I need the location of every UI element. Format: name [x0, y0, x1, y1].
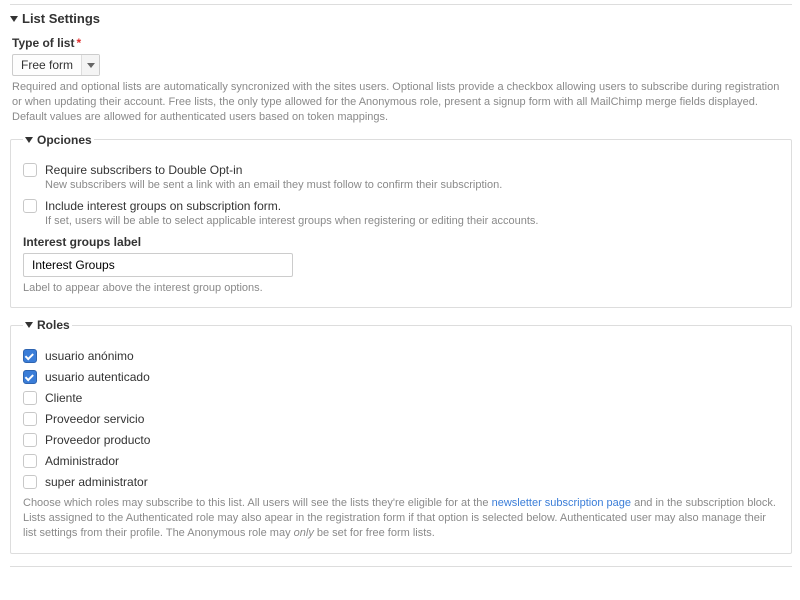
roles-legend[interactable]: Roles [23, 318, 72, 332]
page-title: List Settings [22, 11, 100, 26]
role-row: Cliente [23, 391, 779, 405]
caret-down-icon [10, 16, 18, 22]
type-of-list-select[interactable]: Free form [12, 54, 100, 76]
caret-down-icon [25, 137, 33, 143]
role-checkbox[interactable] [23, 391, 37, 405]
double-optin-checkbox[interactable] [23, 163, 37, 177]
interest-groups-checkbox[interactable] [23, 199, 37, 213]
role-label: Proveedor producto [45, 433, 150, 447]
groups-label-input[interactable] [23, 253, 293, 277]
select-dropdown-button[interactable] [81, 55, 99, 75]
roles-panel: Roles usuario anónimo usuario autenticado… [10, 318, 792, 554]
caret-down-icon [25, 322, 33, 328]
role-label: Cliente [45, 391, 82, 405]
roles-list: usuario anónimo usuario autenticado Client… [23, 349, 779, 489]
role-label: usuario anónimo [45, 349, 134, 363]
roles-help-only: only [294, 527, 314, 539]
role-label: usuario autenticado [45, 370, 150, 384]
interest-groups-row: Include interest groups on subscription … [23, 199, 779, 213]
roles-help: Choose which roles may subscribe to this… [23, 496, 779, 541]
groups-label-field-label: Interest groups label [23, 235, 779, 249]
list-settings-section: List Settings Type of list* Free form Re… [10, 4, 792, 554]
role-row: usuario autenticado [23, 370, 779, 384]
opciones-panel: Opciones Require subscribers to Double O… [10, 133, 792, 309]
double-optin-row: Require subscribers to Double Opt-in [23, 163, 779, 177]
role-row: super administrator [23, 475, 779, 489]
role-label: Administrador [45, 454, 119, 468]
interest-groups-desc: If set, users will be able to select app… [45, 215, 779, 227]
role-checkbox[interactable] [23, 433, 37, 447]
role-checkbox[interactable] [23, 475, 37, 489]
opciones-legend[interactable]: Opciones [23, 133, 94, 147]
groups-label-desc: Label to appear above the interest group… [23, 281, 779, 296]
role-label: super administrator [45, 475, 148, 489]
role-checkbox[interactable] [23, 370, 37, 384]
list-settings-header[interactable]: List Settings [10, 5, 792, 34]
role-checkbox[interactable] [23, 412, 37, 426]
type-of-list-help: Required and optional lists are automati… [12, 80, 792, 125]
type-of-list-field: Type of list* Free form Required and opt… [12, 36, 792, 125]
role-row: usuario anónimo [23, 349, 779, 363]
interest-groups-label: Include interest groups on subscription … [45, 199, 281, 213]
type-of-list-label: Type of list* [12, 36, 792, 50]
type-of-list-value: Free form [13, 58, 81, 72]
double-optin-label: Require subscribers to Double Opt-in [45, 163, 242, 177]
role-row: Administrador [23, 454, 779, 468]
newsletter-subscription-link[interactable]: newsletter subscription page [492, 497, 631, 509]
required-marker: * [76, 36, 81, 50]
role-checkbox[interactable] [23, 454, 37, 468]
chevron-down-icon [87, 63, 95, 68]
role-checkbox[interactable] [23, 349, 37, 363]
role-label: Proveedor servicio [45, 412, 144, 426]
role-row: Proveedor servicio [23, 412, 779, 426]
double-optin-desc: New subscribers will be sent a link with… [45, 179, 779, 191]
bottom-divider [10, 566, 792, 567]
role-row: Proveedor producto [23, 433, 779, 447]
